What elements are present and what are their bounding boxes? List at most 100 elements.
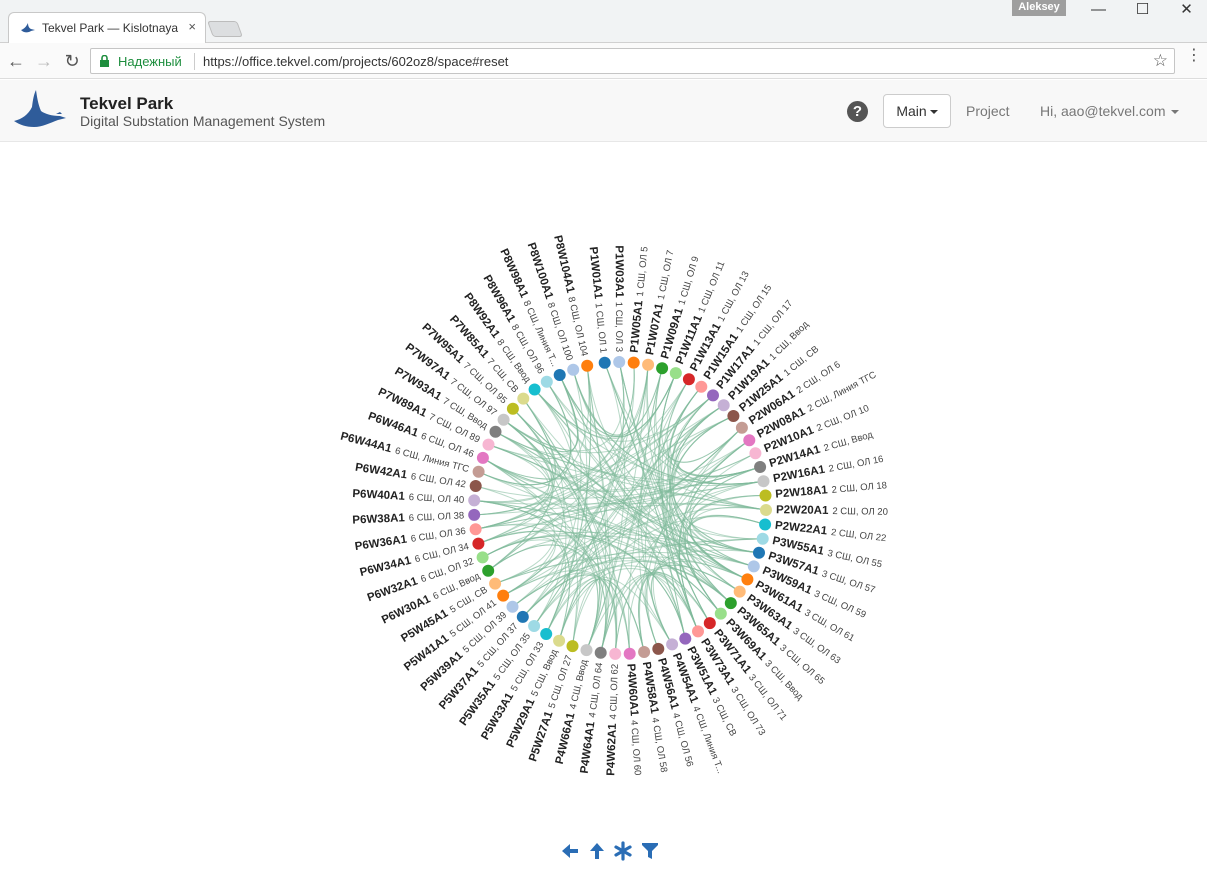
close-window-icon[interactable]: ✕: [1164, 0, 1207, 22]
node-dot[interactable]: [598, 356, 611, 369]
node-dot[interactable]: [749, 447, 762, 460]
node-dot[interactable]: [669, 367, 682, 380]
node-label[interactable]: P2W20A1 2 СШ, ОЛ 20: [776, 504, 888, 518]
node-dot[interactable]: [727, 410, 740, 422]
node-dot[interactable]: [567, 363, 580, 376]
brand-title[interactable]: Tekvel Park: [80, 94, 173, 114]
node-dot[interactable]: [724, 597, 737, 610]
node-dot[interactable]: [679, 632, 692, 645]
node-dot[interactable]: [506, 600, 519, 613]
bird-logo-icon[interactable]: [12, 89, 67, 131]
browser-menu-icon[interactable]: ⋮: [1186, 48, 1202, 64]
node-label[interactable]: P6W38A1 6 СШ, ОЛ 38: [352, 509, 464, 527]
node-dot[interactable]: [553, 634, 566, 647]
node-P4W62A1[interactable]: P4W62A1 4 СШ, ОЛ 62: [605, 647, 622, 776]
node-dot[interactable]: [609, 647, 622, 660]
node-dot[interactable]: [580, 644, 593, 657]
forward-icon[interactable]: →: [34, 51, 54, 71]
node-dot[interactable]: [638, 646, 651, 658]
node-dot[interactable]: [760, 504, 772, 516]
node-dot[interactable]: [753, 546, 765, 559]
node-P6W40A1[interactable]: P6W40A1 6 СШ, ОЛ 40: [352, 488, 481, 507]
user-menu[interactable]: Hi, aao@tekvel.com: [1040, 103, 1180, 119]
node-P2W20A1[interactable]: P2W20A1 2 СШ, ОЛ 20: [760, 504, 888, 518]
browser-tab[interactable]: Tekvel Park — Kislotnaya ×: [8, 12, 206, 43]
main-menu-button[interactable]: Main: [883, 94, 951, 128]
back-icon[interactable]: ←: [6, 51, 26, 71]
node-dot[interactable]: [757, 475, 770, 488]
node-label[interactable]: P2W18A1 2 СШ, ОЛ 18: [775, 479, 888, 501]
node-dot[interactable]: [581, 359, 594, 372]
node-dot[interactable]: [747, 560, 760, 573]
node-dot[interactable]: [489, 577, 502, 590]
node-P1W03A1[interactable]: P1W03A1 1 СШ, ОЛ 3: [613, 245, 626, 368]
node-dot[interactable]: [666, 638, 679, 651]
node-dot[interactable]: [714, 607, 727, 620]
node-dot[interactable]: [717, 399, 730, 412]
arrow-left-icon[interactable]: [560, 841, 580, 861]
asterisk-icon[interactable]: [613, 841, 633, 861]
node-dot[interactable]: [469, 523, 482, 536]
node-dot[interactable]: [482, 564, 495, 577]
node-dot[interactable]: [759, 518, 772, 531]
node-dot[interactable]: [741, 573, 754, 586]
help-icon[interactable]: ?: [847, 101, 868, 122]
node-label[interactable]: P4W60A1 4 СШ, ОЛ 60: [624, 663, 643, 775]
node-dot[interactable]: [594, 646, 607, 659]
minimize-icon[interactable]: —: [1076, 0, 1121, 22]
maximize-icon[interactable]: ☐: [1120, 0, 1165, 22]
node-dot[interactable]: [707, 389, 719, 402]
node-dot[interactable]: [468, 494, 481, 507]
node-label[interactable]: P4W62A1 4 СШ, ОЛ 62: [605, 664, 621, 776]
node-dot[interactable]: [566, 640, 579, 653]
bookmark-star-icon[interactable]: ☆: [1153, 51, 1168, 71]
url-text[interactable]: https://office.tekvel.com/projects/602oz…: [203, 54, 508, 69]
node-dot[interactable]: [642, 358, 655, 371]
node-dot[interactable]: [497, 413, 510, 426]
node-dot[interactable]: [540, 628, 553, 640]
node-dot[interactable]: [506, 402, 519, 415]
node-dot[interactable]: [652, 642, 665, 655]
node-dot[interactable]: [695, 380, 708, 393]
node-dot[interactable]: [482, 438, 495, 451]
node-P6W38A1[interactable]: P6W38A1 6 СШ, ОЛ 38: [352, 508, 481, 527]
node-dot[interactable]: [754, 461, 767, 473]
node-dot[interactable]: [540, 375, 553, 388]
node-dot[interactable]: [656, 362, 669, 375]
node-dot[interactable]: [703, 617, 716, 630]
node-dot[interactable]: [735, 421, 748, 434]
node-dot[interactable]: [517, 392, 530, 405]
node-label[interactable]: P6W40A1 6 СШ, ОЛ 40: [352, 488, 464, 506]
profile-badge[interactable]: Aleksey: [1012, 0, 1066, 16]
reload-icon[interactable]: ↻: [62, 51, 82, 71]
node-dot[interactable]: [472, 465, 485, 478]
node-dot[interactable]: [759, 489, 772, 502]
tab-close-icon[interactable]: ×: [188, 19, 196, 34]
node-dot[interactable]: [692, 625, 704, 638]
node-label[interactable]: P1W01A1 1 СШ, ОЛ 1: [587, 246, 610, 353]
node-dot[interactable]: [756, 532, 769, 545]
node-dot[interactable]: [476, 451, 489, 464]
project-link[interactable]: Project: [966, 103, 1010, 119]
node-dot[interactable]: [472, 537, 485, 550]
node-dot[interactable]: [528, 620, 541, 632]
address-bar[interactable]: Надежный https://office.tekvel.com/proje…: [90, 48, 1175, 74]
arrow-up-icon[interactable]: [587, 841, 607, 861]
node-dot[interactable]: [528, 383, 541, 396]
node-dot[interactable]: [553, 369, 566, 381]
filter-icon[interactable]: [640, 841, 660, 861]
node-dot[interactable]: [682, 373, 695, 386]
node-dot[interactable]: [516, 610, 529, 623]
node-label[interactable]: P1W03A1 1 СШ, ОЛ 3: [613, 245, 626, 352]
node-dot[interactable]: [468, 508, 481, 521]
node-dot[interactable]: [469, 480, 482, 492]
node-dot[interactable]: [613, 356, 626, 368]
new-tab-button[interactable]: [207, 21, 243, 37]
node-dot[interactable]: [627, 356, 640, 369]
node-dot[interactable]: [489, 425, 502, 438]
node-dot[interactable]: [743, 434, 756, 447]
node-dot[interactable]: [623, 647, 636, 660]
node-dot[interactable]: [476, 551, 489, 564]
node-dot[interactable]: [733, 585, 746, 598]
node-dot[interactable]: [497, 589, 510, 602]
